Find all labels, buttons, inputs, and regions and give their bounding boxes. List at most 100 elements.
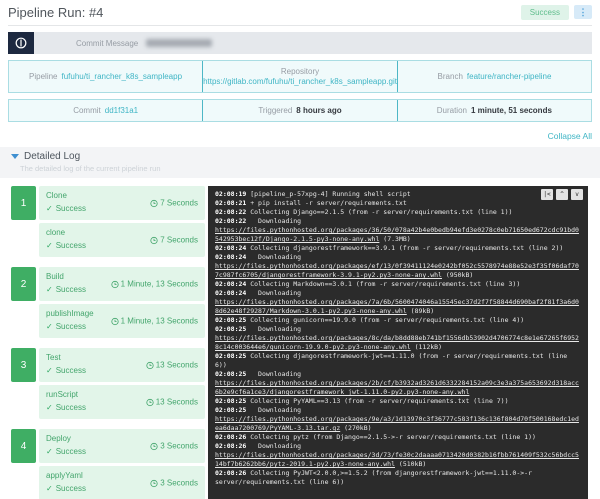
log-line: 02:08:24 Collecting Markdown==3.0.1 (fro… bbox=[215, 280, 581, 289]
menu-button[interactable]: ⋮ bbox=[574, 5, 592, 19]
step-duration: 1 Minute, 13 Seconds bbox=[111, 317, 198, 326]
stage-duration: 3 Seconds bbox=[150, 442, 198, 451]
commit-value-link[interactable]: dd1f31a1 bbox=[105, 106, 138, 115]
log-timestamp: 02:08:26 bbox=[215, 433, 246, 441]
log-scroll-top-button[interactable]: |< bbox=[541, 189, 553, 200]
repository-column: Repository https://gitlab.com/fufuhu/ti_… bbox=[202, 61, 397, 92]
log-timestamp: 02:08:25 bbox=[215, 352, 246, 360]
step-duration: 7 Seconds bbox=[150, 236, 198, 245]
log-text: Collecting Markdown==3.0.1 (from -r serv… bbox=[246, 280, 520, 288]
log-line: 02:08:22 Collecting Django==2.1.5 (from … bbox=[215, 208, 581, 217]
package-size: (510kB) bbox=[395, 460, 426, 468]
package-link[interactable]: https://files.pythonhosted.org/packages/… bbox=[215, 298, 579, 315]
stage-cards: Build✓Success1 Minute, 13 Secondspublish… bbox=[39, 267, 205, 338]
stage-number-column: 4 bbox=[11, 429, 36, 499]
log-line: 02:08:24 Collecting djangorestframework=… bbox=[215, 244, 581, 253]
stage-cards: Deploy✓Success3 SecondsapplyYaml✓Success… bbox=[39, 429, 205, 499]
step-card[interactable]: publishImage✓Success1 Minute, 13 Seconds bbox=[39, 304, 205, 338]
detailed-log-title: Detailed Log bbox=[24, 151, 80, 162]
log-line: 02:08:24 Downloading bbox=[215, 289, 581, 298]
stage-card[interactable]: Deploy✓Success3 Seconds bbox=[39, 429, 205, 463]
log-lines: 02:08:19 [pipeline_p-57xpg-4] Running sh… bbox=[215, 190, 581, 487]
status-text: Success bbox=[56, 204, 86, 213]
status-text: Success bbox=[56, 484, 86, 493]
package-link[interactable]: https://files.pythonhosted.org/packages/… bbox=[215, 334, 579, 351]
step-card[interactable]: applyYaml✓Success3 Seconds bbox=[39, 466, 205, 499]
pipeline-value-link[interactable]: fufuhu/ti_rancher_k8s_sampleapp bbox=[62, 72, 183, 81]
stage-card[interactable]: Test✓Success13 Seconds bbox=[39, 348, 205, 382]
success-check-icon: ✓ bbox=[46, 484, 53, 493]
log-timestamp: 02:08:26 bbox=[215, 469, 246, 477]
stage-group: 4Deploy✓Success3 SecondsapplyYaml✓Succes… bbox=[11, 429, 205, 499]
vertical-dots-icon: ⋮ bbox=[579, 7, 588, 17]
status-text: Success bbox=[56, 366, 86, 375]
log-link-line: https://files.pythonhosted.org/packages/… bbox=[215, 379, 581, 397]
log-link-line: https://files.pythonhosted.org/packages/… bbox=[215, 262, 581, 280]
collapse-all-link[interactable]: Collapse All bbox=[548, 131, 592, 141]
chevron-down-icon bbox=[11, 154, 19, 159]
duration-text: 13 Seconds bbox=[156, 361, 198, 370]
stage-card[interactable]: Build✓Success1 Minute, 13 Seconds bbox=[39, 267, 205, 301]
log-timestamp: 02:08:26 bbox=[215, 442, 246, 450]
stage-number-column: 1 bbox=[11, 186, 36, 257]
package-size: (7.3MB) bbox=[379, 235, 410, 243]
log-line: 02:08:26 Downloading bbox=[215, 442, 581, 451]
step-duration: 3 Seconds bbox=[150, 479, 198, 488]
log-line: 02:08:19 [pipeline_p-57xpg-4] Running sh… bbox=[215, 190, 581, 199]
log-text: Collecting PyJWT<2.0.0,>=1.5.2 (from dja… bbox=[215, 469, 536, 486]
package-link[interactable]: https://files.pythonhosted.org/packages/… bbox=[215, 262, 579, 279]
clock-icon bbox=[150, 479, 158, 487]
log-line: 02:08:24 Downloading bbox=[215, 253, 581, 262]
log-text: Downloading bbox=[246, 217, 301, 225]
log-scroll-down-button[interactable]: v bbox=[571, 189, 583, 200]
stage-cards: Test✓Success13 SecondsrunScript✓Success1… bbox=[39, 348, 205, 419]
status-text: Success bbox=[56, 447, 86, 456]
triggered-value: 8 hours ago bbox=[296, 106, 341, 115]
branch-value-link[interactable]: feature/rancher-pipeline bbox=[467, 72, 552, 81]
commit-message-redacted bbox=[146, 39, 212, 47]
detailed-log-subtitle: The detailed log of the current pipeline… bbox=[20, 164, 592, 173]
stage-cards: Clone✓Success7 Secondsclone✓Success7 Sec… bbox=[39, 186, 205, 257]
package-link[interactable]: https://files.pythonhosted.org/packages/… bbox=[215, 415, 579, 432]
log-timestamp: 02:08:24 bbox=[215, 289, 246, 297]
status-text: Success bbox=[56, 403, 86, 412]
log-line: 02:08:22 Downloading bbox=[215, 217, 581, 226]
page-title: Pipeline Run: #4 bbox=[8, 5, 103, 20]
log-panel: |< ^ v 02:08:19 [pipeline_p-57xpg-4] Run… bbox=[208, 186, 588, 499]
log-line: 02:08:25 Collecting djangorestframework-… bbox=[215, 352, 581, 370]
step-card[interactable]: runScript✓Success13 Seconds bbox=[39, 385, 205, 419]
stage-card[interactable]: Clone✓Success7 Seconds bbox=[39, 186, 205, 220]
stage-number-badge: 1 bbox=[11, 186, 36, 220]
pipeline-label: Pipeline bbox=[29, 72, 57, 81]
stage-duration: 13 Seconds bbox=[146, 361, 198, 370]
log-text: [pipeline_p-57xpg-4] Running shell scrip… bbox=[246, 190, 410, 198]
page-header: Pipeline Run: #4 Success ⋮ bbox=[8, 0, 592, 22]
duration-text: 1 Minute, 13 Seconds bbox=[121, 280, 198, 289]
log-line: 02:08:25 Collecting PyYAML==3.13 (from -… bbox=[215, 397, 581, 406]
log-text: Collecting djangorestframework-jwt==1.11… bbox=[215, 352, 571, 369]
log-scroll-up-button[interactable]: ^ bbox=[556, 189, 568, 200]
stage-number-badge: 4 bbox=[11, 429, 36, 463]
triggered-label: Triggered bbox=[258, 106, 292, 115]
commit-message-field: Commit Message bbox=[34, 32, 592, 54]
status-text: Success bbox=[56, 285, 86, 294]
pipeline-run-page: Pipeline Run: #4 Success ⋮ Commit Messag… bbox=[0, 0, 600, 499]
branch-label: Branch bbox=[438, 72, 463, 81]
success-check-icon: ✓ bbox=[46, 204, 53, 213]
log-text: Collecting Django==2.1.5 (from -r server… bbox=[246, 208, 512, 216]
log-timestamp: 02:08:25 bbox=[215, 316, 246, 324]
log-timestamp: 02:08:24 bbox=[215, 280, 246, 288]
success-check-icon: ✓ bbox=[46, 241, 53, 250]
duration-text: 3 Seconds bbox=[160, 442, 198, 451]
repository-value-link[interactable]: https://gitlab.com/fufuhu/ti_rancher_k8s… bbox=[203, 77, 397, 86]
pipeline-column: Pipeline fufuhu/ti_rancher_k8s_sampleapp bbox=[9, 61, 202, 92]
status-badge: Success bbox=[521, 5, 569, 20]
repository-label: Repository bbox=[281, 67, 319, 76]
log-line: 02:08:21 + pip install -r server/require… bbox=[215, 199, 581, 208]
detailed-log-toggle[interactable]: Detailed Log bbox=[11, 151, 592, 162]
package-link[interactable]: https://files.pythonhosted.org/packages/… bbox=[215, 379, 579, 396]
log-text: + pip install -r server/requirements.txt bbox=[246, 199, 406, 207]
status-text: Success bbox=[56, 322, 86, 331]
success-check-icon: ✓ bbox=[46, 366, 53, 375]
step-card[interactable]: clone✓Success7 Seconds bbox=[39, 223, 205, 257]
